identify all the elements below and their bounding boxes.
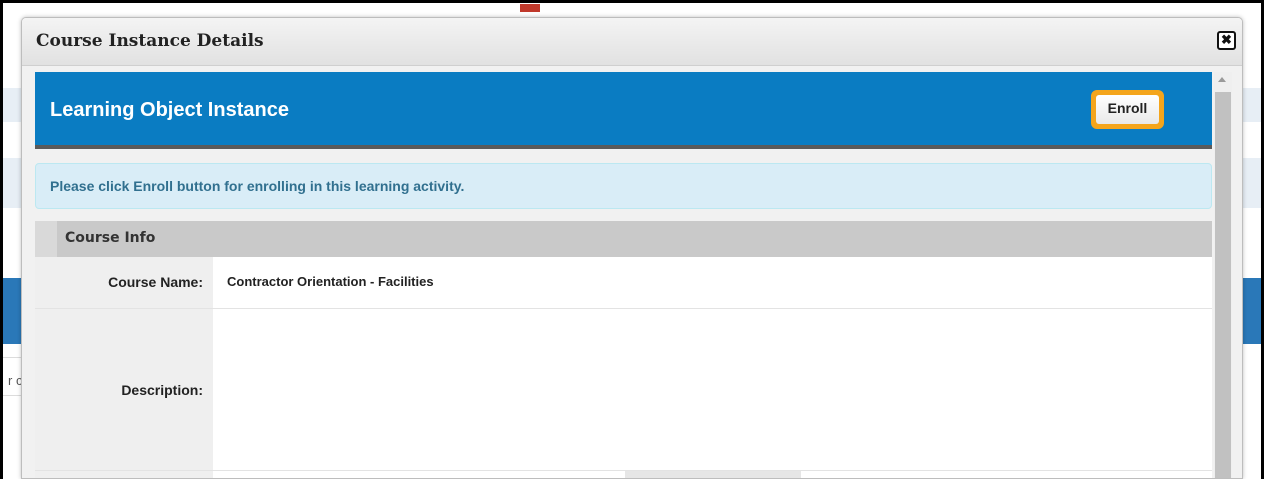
- close-icon[interactable]: ✖: [1217, 31, 1236, 50]
- section-header: Course Info: [35, 221, 1212, 257]
- course-name-row: Course Name: Contractor Orientation - Fa…: [35, 257, 1212, 309]
- info-alert: Please click Enroll button for enrolling…: [35, 163, 1212, 209]
- enroll-button-label: Enroll: [1096, 95, 1159, 124]
- background-band: [1243, 88, 1261, 122]
- background-logo: [520, 2, 750, 18]
- next-row: [35, 471, 1212, 478]
- background-divider: [3, 395, 21, 396]
- course-instance-dialog: Course Instance Details ✖ Learning Objec…: [21, 17, 1243, 479]
- dialog-header: Course Instance Details ✖: [22, 18, 1242, 66]
- course-name-value: Contractor Orientation - Facilities: [227, 274, 434, 289]
- course-name-label: Course Name:: [108, 274, 203, 290]
- scrollbar-thumb[interactable]: [1215, 92, 1231, 478]
- background-band: [1243, 158, 1261, 208]
- section-title: Course Info: [65, 230, 156, 246]
- background-blue-bar: [3, 278, 21, 344]
- field-label-cell: [625, 471, 801, 478]
- enroll-button[interactable]: Enroll: [1091, 90, 1164, 129]
- background-band: [3, 88, 21, 122]
- course-info-section: Course Info Course Name: Contractor Orie…: [35, 221, 1212, 478]
- dialog-body: Learning Object Instance Enroll Please c…: [35, 72, 1212, 478]
- learning-object-title: Learning Object Instance: [50, 99, 289, 121]
- description-label: Description:: [121, 382, 203, 398]
- background-blue-bar: [1243, 278, 1261, 344]
- field-label-cell: Course Name:: [35, 257, 213, 308]
- background-band: [3, 158, 21, 208]
- background-divider: [3, 357, 21, 358]
- vertical-scrollbar[interactable]: [1214, 72, 1232, 478]
- scroll-up-icon[interactable]: [1218, 77, 1226, 82]
- learning-object-header: Learning Object Instance Enroll: [35, 72, 1212, 149]
- field-label-cell: [35, 471, 213, 478]
- dialog-title: Course Instance Details: [36, 31, 264, 51]
- description-row: Description:: [35, 309, 1212, 471]
- field-label-cell: Description:: [35, 309, 213, 470]
